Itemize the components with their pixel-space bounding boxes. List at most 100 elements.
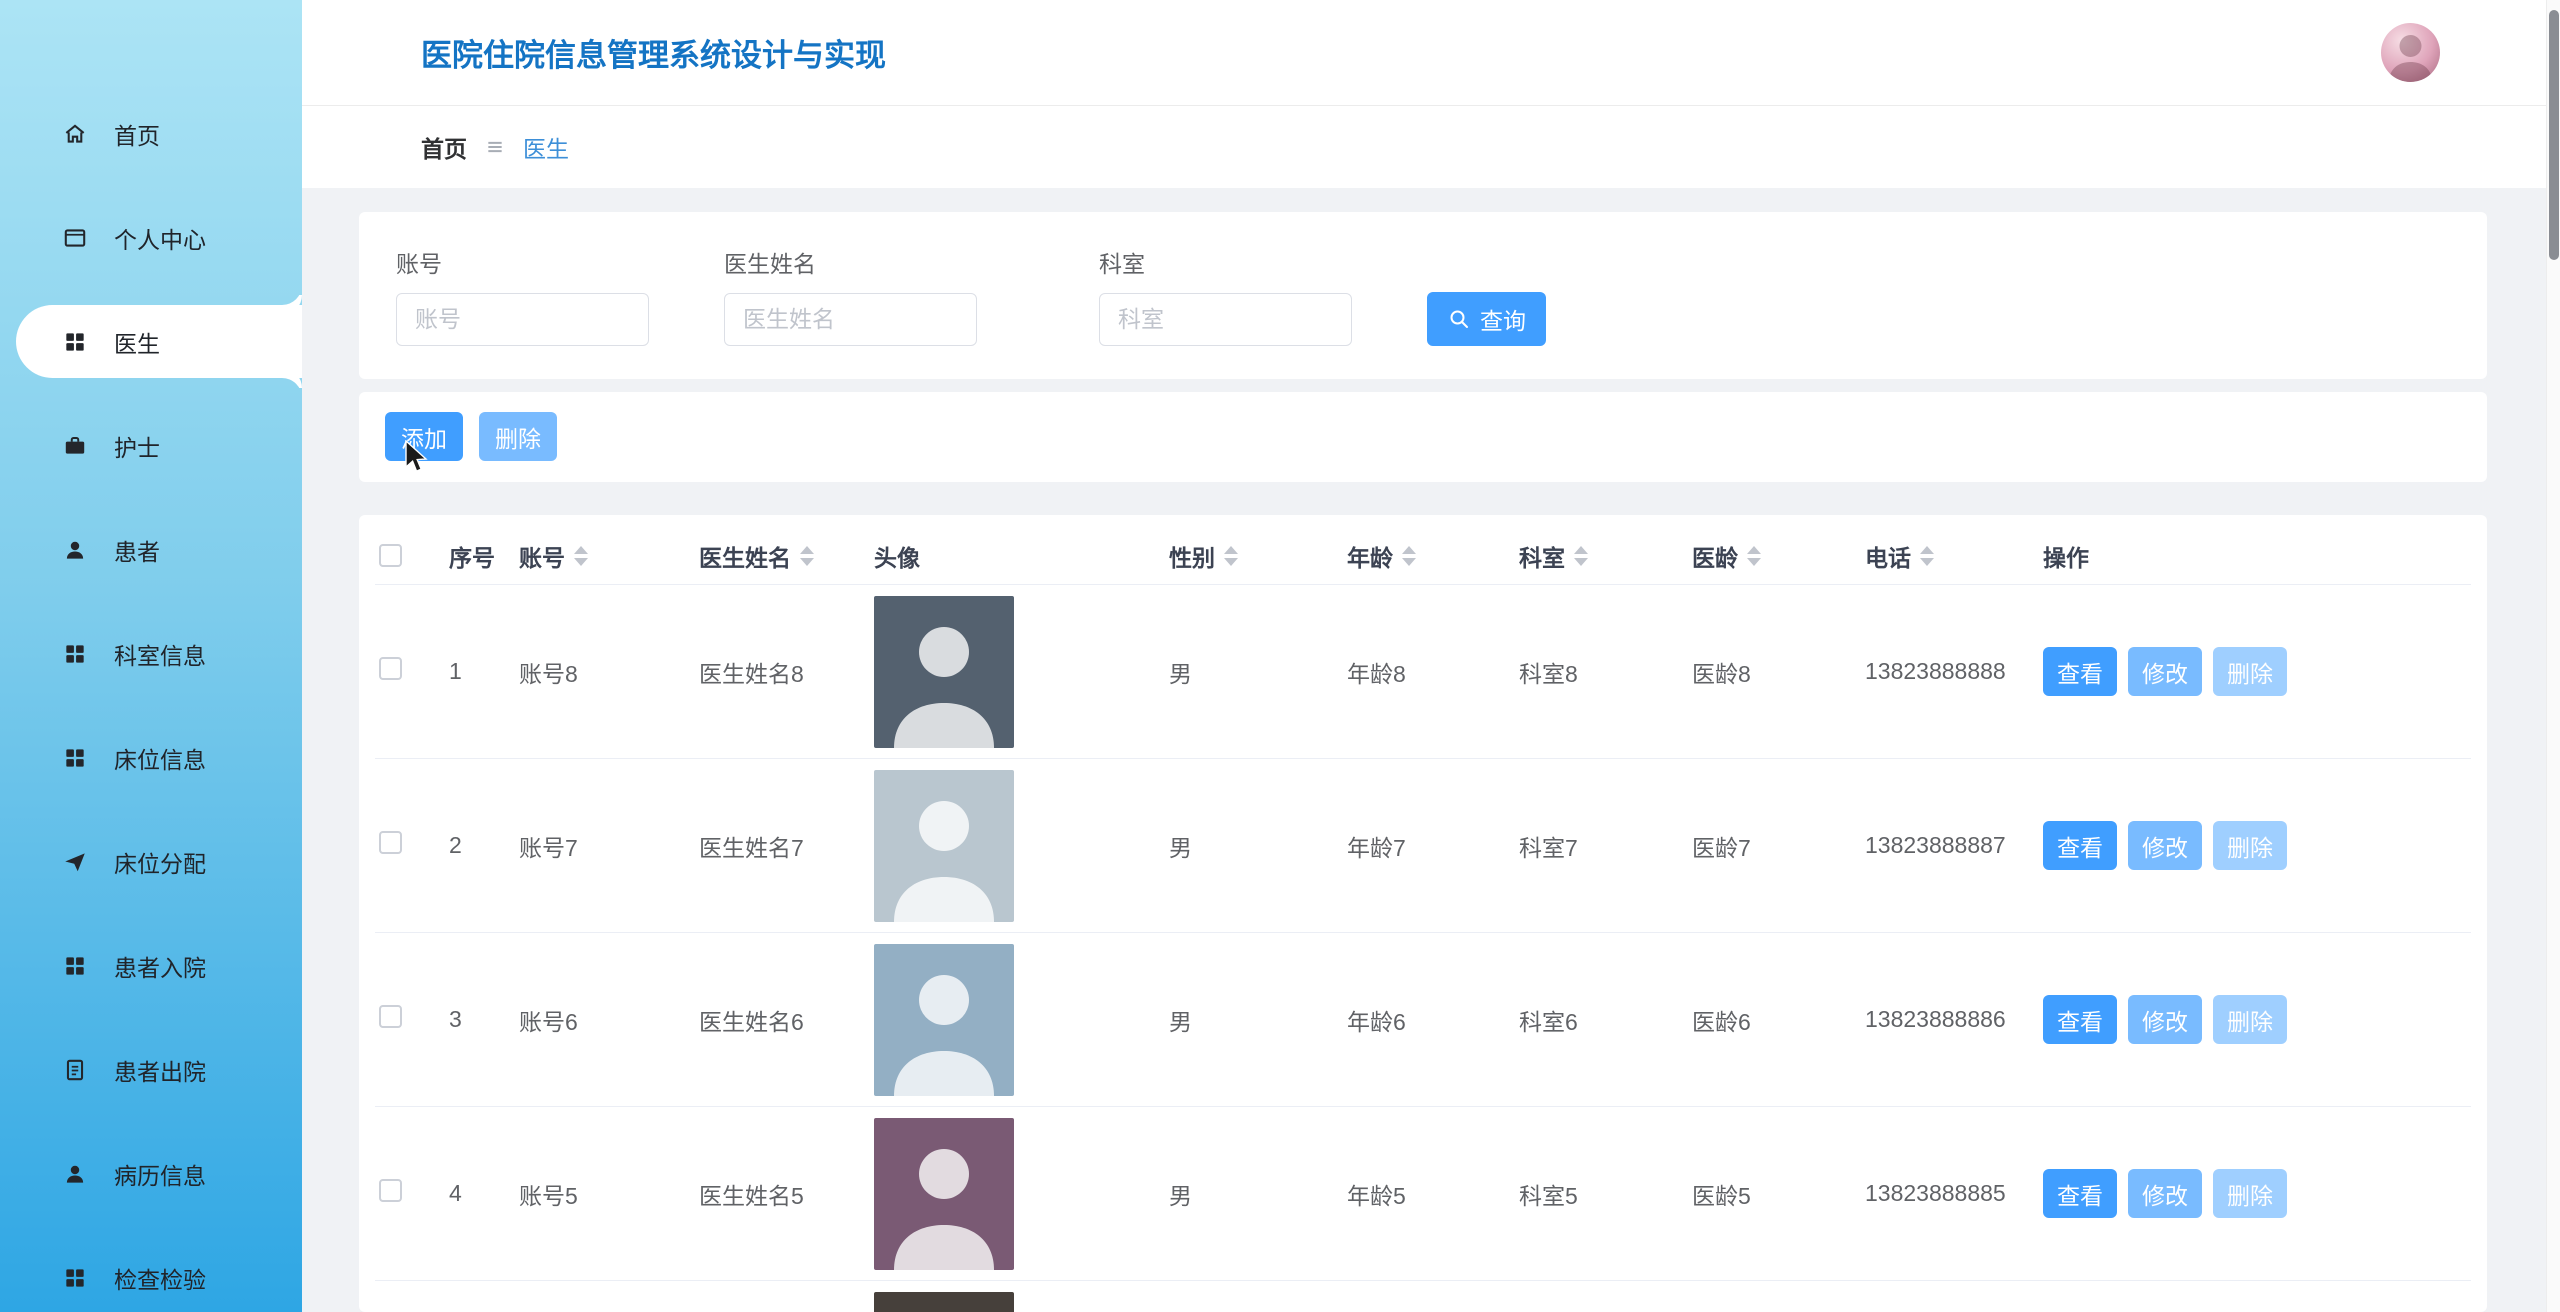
sidebar-item-4[interactable]: 患者 [0,498,302,602]
cell-account: 账号8 [499,655,679,689]
sidebar-item-1[interactable]: 个人中心 [0,186,302,290]
cell-age: 年龄8 [1327,655,1499,689]
search-icon [1447,307,1471,331]
row-checkbox[interactable] [375,1005,429,1034]
home-icon [62,121,88,147]
sort-carets-icon[interactable] [574,546,588,566]
delete-button[interactable]: 删除 [479,412,557,461]
row-edit-button[interactable]: 修改 [2128,647,2202,696]
grid-icon [62,953,88,979]
doctor-photo [874,770,1014,922]
search-input-2[interactable] [1099,293,1352,346]
sidebar-item-10[interactable]: 病历信息 [0,1122,302,1226]
select-all-checkbox[interactable] [375,544,429,567]
cell-actions: 查看修改删除 [2023,821,2471,870]
cell-years: 医龄6 [1672,1003,1845,1037]
toolbar: 添加 删除 [359,392,2487,482]
row-delete-button[interactable]: 删除 [2213,821,2287,870]
cell-avatar [854,1292,1149,1312]
column-header-5[interactable]: 年龄 [1327,539,1499,573]
row-edit-button[interactable]: 修改 [2128,995,2202,1044]
breadcrumb-current[interactable]: 医生 [523,130,569,164]
cell-department: 科室8 [1499,655,1672,689]
row-checkbox[interactable] [375,657,429,686]
breadcrumb: 首页 医生 [302,106,2560,188]
column-header-3: 头像 [854,539,1149,573]
search-button-label: 查询 [1480,302,1526,336]
sidebar-item-7[interactable]: 床位分配 [0,810,302,914]
sort-carets-icon[interactable] [1574,546,1588,566]
row-view-button[interactable]: 查看 [2043,1169,2117,1218]
row-view-button[interactable]: 查看 [2043,821,2117,870]
row-edit-button[interactable]: 修改 [2128,1169,2202,1218]
id-card-icon [62,225,88,251]
sidebar-item-5[interactable]: 科室信息 [0,602,302,706]
search-field-1: 医生姓名 [724,245,977,346]
cell-gender: 男 [1149,1177,1327,1211]
sort-carets-icon[interactable] [800,546,814,566]
sidebar-item-0[interactable]: 首页 [0,82,302,186]
column-header-6[interactable]: 科室 [1499,539,1672,573]
column-header-4[interactable]: 性别 [1149,539,1327,573]
cell-avatar [854,1118,1149,1270]
grid-icon [62,745,88,771]
grid-icon [62,1265,88,1291]
column-header-1[interactable]: 账号 [499,539,679,573]
cell-index: 1 [429,658,499,685]
row-delete-button[interactable]: 删除 [2213,995,2287,1044]
sidebar-item-6[interactable]: 床位信息 [0,706,302,810]
sort-carets-icon[interactable] [1920,546,1934,566]
cell-age: 年龄7 [1327,829,1499,863]
cell-actions: 查看修改删除 [2023,995,2471,1044]
table-header-row: 序号账号医生姓名头像性别年龄科室医龄电话操作 [375,527,2471,585]
doctor-photo [874,1118,1014,1270]
topbar: 医院住院信息管理系统设计与实现 [302,0,2560,106]
doc-icon [62,1057,88,1083]
cell-avatar [854,770,1149,922]
row-view-button[interactable]: 查看 [2043,647,2117,696]
doctor-photo [874,1292,1014,1312]
main-area: 医院住院信息管理系统设计与实现 首页 医生 账号医生姓名科室 [302,0,2560,1312]
table-row: 4账号5医生姓名5男年龄5科室5医龄513823888885查看修改删除 [375,1107,2471,1281]
table-row-partial [375,1281,2471,1312]
sidebar-item-9[interactable]: 患者出院 [0,1018,302,1122]
sidebar-item-label: 床位分配 [114,845,206,879]
search-input-1[interactable] [724,293,977,346]
page-scrollbar[interactable] [2546,0,2560,1312]
row-edit-button[interactable]: 修改 [2128,821,2202,870]
add-button[interactable]: 添加 [385,412,463,461]
row-view-button[interactable]: 查看 [2043,995,2117,1044]
row-checkbox[interactable] [375,1179,429,1208]
search-button[interactable]: 查询 [1427,292,1546,346]
sort-carets-icon[interactable] [1224,546,1238,566]
sidebar-item-label: 病历信息 [114,1157,206,1191]
column-header-2[interactable]: 医生姓名 [679,539,854,573]
sidebar-item-2[interactable]: 医生 [16,305,302,378]
row-delete-button[interactable]: 删除 [2213,1169,2287,1218]
cell-actions: 查看修改删除 [2023,1169,2471,1218]
scrollbar-thumb[interactable] [2549,10,2559,260]
sort-carets-icon[interactable] [1747,546,1761,566]
sidebar-item-label: 床位信息 [114,741,206,775]
cell-years: 医龄7 [1672,829,1845,863]
table-body: 1账号8医生姓名8男年龄8科室8医龄813823888888查看修改删除2账号7… [375,585,2471,1312]
sidebar-item-3[interactable]: 护士 [0,394,302,498]
breadcrumb-home[interactable]: 首页 [421,130,467,164]
row-checkbox[interactable] [375,831,429,860]
plane-icon [62,849,88,875]
cell-avatar [854,596,1149,748]
user-avatar[interactable] [2381,23,2440,82]
search-input-0[interactable] [396,293,649,346]
sidebar-item-11[interactable]: 检查检验 [0,1226,302,1312]
row-delete-button[interactable]: 删除 [2213,647,2287,696]
search-field-label: 账号 [396,245,649,279]
sort-carets-icon[interactable] [1402,546,1416,566]
column-header-7[interactable]: 医龄 [1672,539,1845,573]
sidebar-item-label: 患者 [114,533,160,567]
column-header-8[interactable]: 电话 [1845,539,2023,573]
cell-name: 医生姓名6 [679,1003,854,1037]
cell-account: 账号5 [499,1177,679,1211]
sidebar-item-label: 首页 [114,117,160,151]
sidebar-item-8[interactable]: 患者入院 [0,914,302,1018]
cell-account: 账号6 [499,1003,679,1037]
